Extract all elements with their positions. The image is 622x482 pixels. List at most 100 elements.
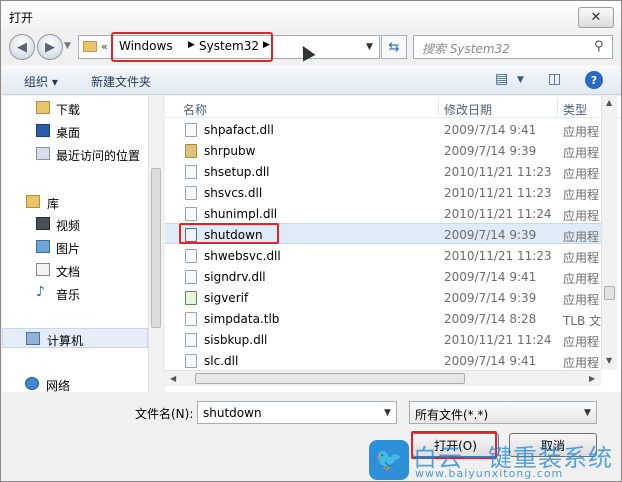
column-type[interactable]: 类型 [563,101,587,118]
dll-file-icon [185,270,197,284]
preview-pane-icon[interactable]: ◫ [548,71,561,87]
refresh-icon: ⇆ [388,39,400,55]
nav-item-videos[interactable]: 视频 [2,214,148,234]
library-icon [26,195,40,208]
nav-item-pictures[interactable]: 图片 [2,237,148,257]
file-row[interactable]: shsvcs.dll 2010/11/21 11:23 应用程 [165,182,605,203]
application-icon [185,144,197,158]
file-row[interactable]: signdrv.dll 2009/7/14 9:41 应用程 [165,266,605,287]
file-row[interactable]: sigverif 2009/7/14 9:39 应用程 [165,287,605,308]
file-row[interactable]: shpafact.dll 2009/7/14 9:41 应用程 [165,119,605,140]
scroll-up-icon[interactable]: ▲ [606,98,612,107]
back-button[interactable]: ◀ [9,34,35,60]
folder-icon [83,41,97,52]
nav-item-recent[interactable]: 最近访问的位置 [2,144,148,164]
breadcrumb-system32[interactable]: System32 [199,39,259,53]
file-date: 2010/11/21 11:24 [444,207,552,221]
help-icon[interactable]: ? [585,71,603,89]
filename-input[interactable]: shutdown ▼ [197,401,397,424]
vertical-scroll-thumb[interactable] [604,286,615,300]
watermark-bird-icon: 🐦 [369,440,409,480]
nav-item-downloads[interactable]: 下载 [2,98,148,118]
file-row[interactable]: slc.dll 2009/7/14 9:41 应用程 [165,350,605,371]
scroll-down-icon[interactable]: ▼ [606,356,612,365]
file-name: shpafact.dll [204,123,274,137]
file-name: slc.dll [204,354,239,368]
file-row-selected[interactable]: shutdown 2009/7/14 9:39 应用程 [165,223,605,244]
file-type: 应用程 [563,125,600,139]
view-options-icon[interactable]: ▤ [495,71,508,87]
filename-dropdown-icon[interactable]: ▼ [384,408,391,418]
file-type: 应用程 [563,167,600,181]
file-date: 2009/7/14 8:28 [444,312,537,326]
file-list: 名称 修改日期 类型 shpafact.dll 2009/7/14 9:41 应… [165,96,621,392]
nav-item-computer[interactable]: 计算机 [2,328,148,348]
column-divider[interactable] [557,98,558,116]
nav-scroll-thumb[interactable] [151,168,161,328]
music-library-icon: ♪ [36,284,45,300]
file-type-filter[interactable]: 所有文件(*.*) ▼ [409,401,597,424]
column-date[interactable]: 修改日期 [444,101,492,118]
file-type: 应用程 [563,272,600,286]
download-folder-icon [36,101,50,114]
column-divider[interactable] [438,98,439,116]
refresh-button[interactable]: ⇆ [381,35,407,59]
file-date: 2009/7/14 9:41 [444,123,537,137]
filter-dropdown-icon[interactable]: ▼ [584,408,591,418]
horizontal-scrollbar[interactable]: ◀ ▶ [165,370,601,386]
file-name: sisbkup.dll [204,333,268,347]
dll-file-icon [185,249,197,263]
forward-button[interactable]: ▶ [37,34,63,60]
nav-item-network[interactable]: 网络 [2,374,148,392]
file-type: 应用程 [563,335,600,349]
nav-item-music[interactable]: ♪ 音乐 [2,283,148,303]
file-date: 2010/11/21 11:23 [444,186,552,200]
file-row[interactable]: shunimpl.dll 2010/11/21 11:24 应用程 [165,203,605,224]
file-row[interactable]: shrpubw 2009/7/14 9:39 应用程 [165,140,605,161]
close-button[interactable]: ✕ [578,7,614,28]
document-library-icon [36,263,50,276]
back-arrow-icon: ◀ [17,39,27,55]
close-icon: ✕ [590,10,602,25]
view-dropdown-icon[interactable]: ▼ [517,75,524,85]
search-input[interactable]: 搜索 System32 ⚲ [413,35,613,59]
file-name: shsvcs.dll [204,186,263,200]
file-row[interactable]: shwebsvc.dll 2010/11/21 11:23 应用程 [165,245,605,266]
file-name: shunimpl.dll [204,207,278,221]
file-name: signdrv.dll [204,270,266,284]
nav-item-desktop[interactable]: 桌面 [2,121,148,141]
application-icon [185,291,197,305]
breadcrumb-separator-icon[interactable]: ▶ [188,40,195,50]
nav-item-label: 下载 [56,103,81,117]
vertical-scrollbar[interactable]: ▲ ▼ [601,96,617,370]
scroll-left-icon[interactable]: ◀ [170,374,176,383]
breadcrumb-separator-icon[interactable]: ▶ [263,40,270,50]
nav-item-documents[interactable]: 文档 [2,260,148,280]
file-date: 2009/7/14 9:41 [444,270,537,284]
file-row[interactable]: sisbkup.dll 2010/11/21 11:24 应用程 [165,329,605,350]
dll-file-icon [185,123,197,137]
organize-button[interactable]: 组织 ▾ [24,73,58,90]
network-icon [25,377,39,390]
recent-pages-dropdown-icon[interactable]: ▼ [64,41,71,51]
file-row[interactable]: simpdata.tlb 2009/7/14 8:28 TLB 文 [165,308,605,329]
title-bar: 打开 ✕ [1,1,621,31]
column-name[interactable]: 名称 [183,101,207,118]
nav-item-library[interactable]: 库 [2,192,148,212]
address-bar[interactable]: « Windows ▶ System32 ▶ ▼ [78,32,380,62]
nav-scrollbar[interactable] [148,96,162,392]
file-type: 应用程 [563,251,600,265]
file-row[interactable]: shsetup.dll 2010/11/21 11:23 应用程 [165,161,605,182]
double-chevron-icon[interactable]: « [101,40,108,53]
new-folder-button[interactable]: 新建文件夹 [91,73,151,90]
address-dropdown-icon[interactable]: ▼ [366,42,373,52]
search-icon[interactable]: ⚲ [594,39,604,54]
dll-file-icon [185,207,197,221]
file-type: 应用程 [563,209,600,223]
nav-item-label: 文档 [56,265,81,279]
breadcrumb-windows[interactable]: Windows [119,39,173,53]
horizontal-scroll-thumb[interactable] [195,373,465,384]
scroll-right-icon[interactable]: ▶ [589,374,595,383]
file-date: 2010/11/21 11:23 [444,249,552,263]
file-type: 应用程 [563,230,600,244]
